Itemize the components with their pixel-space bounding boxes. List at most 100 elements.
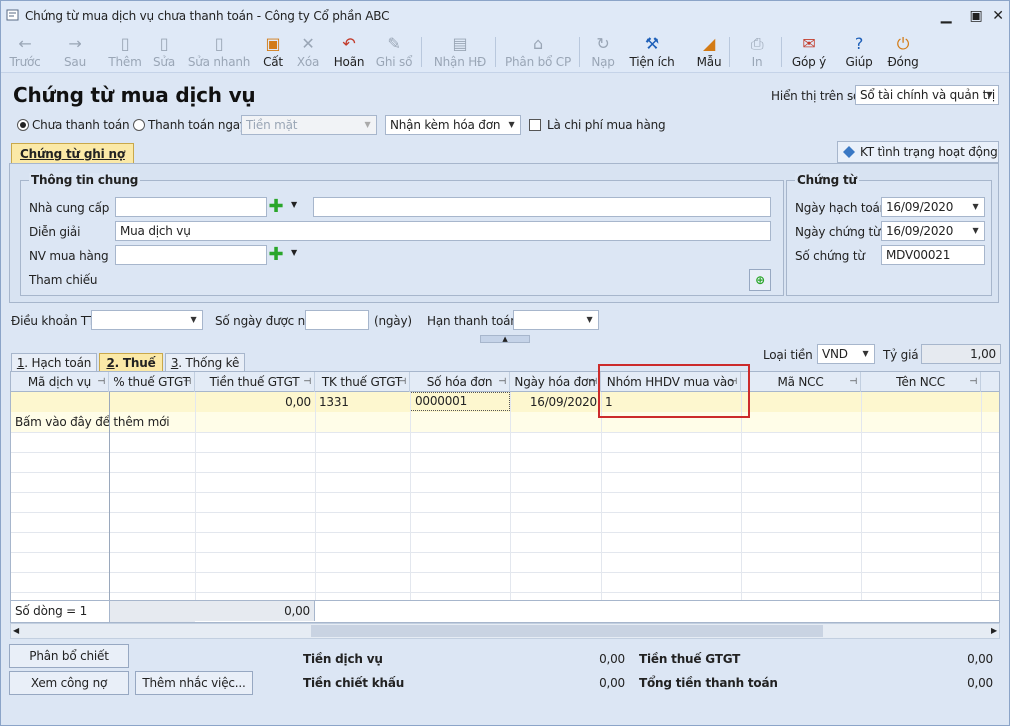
cell-supplier-code[interactable]	[741, 392, 861, 412]
forward-button[interactable]: → Sau	[55, 33, 95, 73]
help-button[interactable]: ? Giúp	[841, 33, 877, 73]
cell-vat-amount[interactable]: 0,00	[195, 392, 315, 412]
add-reminder-button[interactable]: Thêm nhắc việc...	[135, 671, 253, 695]
display-select[interactable]: Sổ tài chính và quản trị ▼	[855, 85, 999, 105]
help-icon: ?	[854, 34, 864, 53]
pin-icon[interactable]: ⊣	[498, 372, 506, 392]
utilities-button[interactable]: ⚒ Tiện ích	[627, 33, 677, 73]
pin-icon[interactable]: ⊣	[849, 372, 857, 392]
toolbar-separator	[421, 37, 422, 67]
scrollbar-thumb[interactable]	[311, 625, 823, 637]
terms-select[interactable]: ▼	[91, 310, 203, 330]
chevron-down-icon[interactable]: ▼	[291, 200, 297, 209]
cell-supplier-name[interactable]	[861, 392, 981, 412]
column-header-supplier-name[interactable]: Tên NCC ⊣	[861, 372, 981, 392]
cell-service-code[interactable]	[11, 392, 109, 412]
grid-line	[11, 452, 999, 453]
quick-edit-button[interactable]: ▯ Sửa nhanh	[187, 33, 251, 73]
horizontal-scrollbar[interactable]: ◀ ▶	[10, 623, 1000, 639]
close-button[interactable]: ⏻ Đóng	[885, 33, 921, 73]
cell-vat-account[interactable]: 1331	[315, 392, 410, 412]
column-header-service-code[interactable]: Mã dịch vụ ⊣	[11, 372, 109, 392]
add-icon: ▯	[120, 34, 130, 53]
invoice-select[interactable]: Nhận kèm hóa đơn ▼	[385, 115, 521, 135]
view-debt-button[interactable]: Xem công nợ	[9, 671, 129, 695]
detail-tab-2[interactable]: 2. Thuế	[99, 353, 163, 371]
tab-debit-voucher[interactable]: Chứng từ ghi nợ	[11, 143, 134, 163]
edit-button[interactable]: ▯ Sửa	[147, 33, 181, 73]
receive-invoice-button[interactable]: ▤ Nhận HĐ	[431, 33, 489, 73]
pin-icon[interactable]: ⊣	[969, 372, 977, 392]
doc-number-input[interactable]: MDV00021	[881, 245, 985, 265]
allocate-cost-button[interactable]: ⌂ Phân bổ CP	[503, 33, 573, 73]
chevron-down-icon[interactable]: ▼	[291, 248, 297, 257]
scroll-right-icon[interactable]: ▶	[991, 624, 997, 638]
add-supplier-icon[interactable]: ✚	[267, 198, 285, 216]
chevron-down-icon: ▼	[972, 226, 979, 235]
radio-unpaid[interactable]: Chưa thanh toán	[17, 118, 130, 132]
currency-label: Loại tiền	[763, 348, 813, 362]
add-reference-icon[interactable]: ⊕	[749, 269, 771, 291]
edit-icon: ▯	[159, 34, 169, 53]
supplier-label: Nhà cung cấp	[29, 201, 110, 215]
grid-line	[741, 392, 742, 600]
discount-allocation-button[interactable]: Phân bổ chiết khấu...	[9, 644, 129, 685]
column-header-vat-account[interactable]: TK thuế GTGT ⊣	[315, 372, 410, 392]
pin-icon[interactable]: ⊣	[97, 372, 105, 392]
doc-date-label: Ngày chứng từ	[795, 225, 881, 239]
total-tax: 0,00	[195, 601, 315, 621]
cell-invoice-number[interactable]: 0000001	[410, 392, 510, 411]
footer-cell	[109, 601, 195, 622]
minimize-button[interactable]: ▁	[933, 5, 959, 27]
detail-tab-1[interactable]: 1. Hạch toán	[11, 353, 97, 371]
feedback-button[interactable]: ✉ Góp ý	[789, 33, 829, 73]
column-header-supplier-code[interactable]: Mã NCC ⊣	[741, 372, 861, 392]
delete-button[interactable]: ✕ Xóa	[293, 33, 323, 73]
back-button[interactable]: ← Trước	[5, 33, 45, 73]
due-date-input[interactable]: ▼	[513, 310, 599, 330]
post-button[interactable]: ✎ Ghi sổ	[375, 33, 413, 73]
supplier-name-input[interactable]	[313, 197, 771, 217]
main-form: Chứng từ mua dịch vụ Hiển thị trên sổ Sổ…	[1, 73, 1009, 725]
save-button[interactable]: ▣ Cất	[259, 33, 287, 73]
column-header-invoice-date[interactable]: Ngày hóa đơn ⊣	[510, 372, 601, 392]
detail-tab-3[interactable]: 3. Thống kê	[165, 353, 245, 371]
scroll-left-icon[interactable]: ◀	[13, 624, 19, 638]
column-header-vat-amount[interactable]: Tiền thuế GTGT ⊣	[195, 372, 315, 392]
radio-pay-now[interactable]: Thanh toán ngay	[133, 118, 247, 132]
rate-input[interactable]: 1,00	[921, 344, 1001, 364]
pin-icon[interactable]: ⊣	[303, 372, 311, 392]
print-button[interactable]: ⎙ In	[745, 33, 769, 73]
add-new-row[interactable]: Bấm vào đây để thêm mới	[11, 412, 999, 432]
defer-button[interactable]: ↶ Hoãn	[331, 33, 367, 73]
payment-method-select[interactable]: Tiền mặt ▼	[241, 115, 377, 135]
pin-icon[interactable]: ⊣	[398, 372, 406, 392]
column-header-vat-rate[interactable]: % thuế GTGT ⊣	[109, 372, 195, 392]
grid-line	[981, 392, 982, 600]
is-cost-checkbox[interactable]: Là chi phí mua hàng	[529, 118, 666, 132]
column-header-invoice-number[interactable]: Số hóa đơn ⊣	[410, 372, 510, 392]
collapse-handle[interactable]: ▲	[480, 335, 530, 343]
currency-select[interactable]: VND ▼	[817, 344, 875, 364]
kt-status-button[interactable]: KT tình trạng hoạt động DN	[837, 141, 999, 179]
template-button[interactable]: ◢ Mẫu	[691, 33, 727, 73]
description-input[interactable]: Mua dịch vụ	[115, 221, 771, 241]
doc-date-input[interactable]: 16/09/2020 ▼	[881, 221, 985, 241]
cell-invoice-date[interactable]: 16/09/2020	[510, 392, 601, 412]
general-info-group: Thông tin chung Nhà cung cấp ✚ ▼ Diễn gi…	[20, 173, 784, 296]
close-button[interactable]: ✕	[985, 5, 1010, 27]
defer-icon: ↶	[342, 34, 356, 53]
cell-vat-rate[interactable]	[109, 392, 195, 412]
add-button[interactable]: ▯ Thêm	[105, 33, 145, 73]
post-date-input[interactable]: 16/09/2020 ▼	[881, 197, 985, 217]
add-staff-icon[interactable]: ✚	[267, 246, 285, 264]
staff-input[interactable]	[115, 245, 267, 265]
grid-header: Mã dịch vụ ⊣% thuế GTGT ⊣ Tiền thuế GTGT ⊣ TK…	[11, 372, 999, 392]
pin-icon[interactable]: ⊣	[183, 372, 191, 392]
voucher-panel: Thông tin chung Nhà cung cấp ✚ ▼ Diễn gi…	[9, 163, 999, 303]
days-input[interactable]	[305, 310, 369, 330]
pin-icon[interactable]: ⊣	[589, 372, 597, 392]
chevron-down-icon: ▼	[986, 90, 993, 99]
supplier-input[interactable]	[115, 197, 267, 217]
reload-button[interactable]: ↻ Nạp	[587, 33, 619, 73]
